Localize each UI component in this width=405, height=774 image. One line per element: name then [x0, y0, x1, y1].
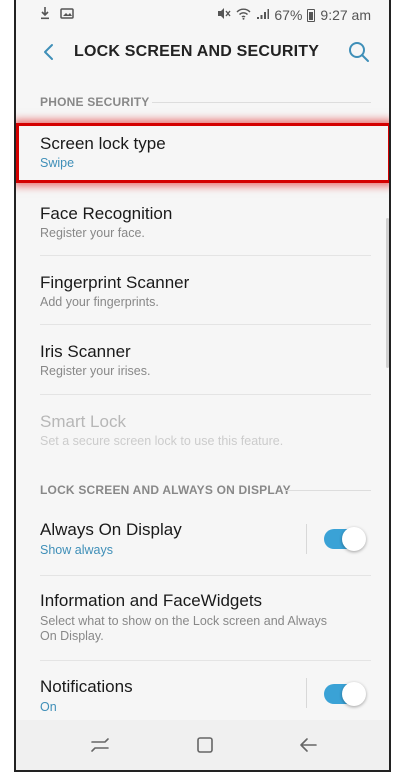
- wifi-icon: [236, 7, 251, 23]
- section-header-lock-screen: LOCK SCREEN AND ALWAYS ON DISPLAY: [40, 483, 291, 497]
- item-title: Always On Display: [40, 520, 182, 539]
- vertical-separator: [306, 524, 307, 554]
- divider: [40, 575, 371, 576]
- section-header-phone-security: PHONE SECURITY: [40, 95, 150, 109]
- item-subtitle: Add your fingerprints.: [40, 295, 159, 309]
- face-recognition-item[interactable]: Face Recognition Register your face.: [16, 193, 389, 253]
- item-subtitle: Swipe: [40, 156, 75, 170]
- section-divider: [152, 102, 371, 103]
- item-title: Notifications: [40, 677, 133, 696]
- page-title: LOCK SCREEN AND SECURITY: [74, 43, 320, 60]
- screen-lock-type-item[interactable]: Screen lock type Swipe: [16, 123, 389, 183]
- item-subtitle-line1: Select what to show on the Lock screen a…: [40, 614, 327, 628]
- battery-percent: 67%: [274, 7, 303, 23]
- item-subtitle: Show always: [40, 543, 113, 557]
- download-icon: [40, 6, 50, 23]
- information-facewidgets-item[interactable]: Information and FaceWidgets Select what …: [16, 583, 389, 653]
- item-title: Fingerprint Scanner: [40, 273, 190, 292]
- item-subtitle: Register your irises.: [40, 364, 151, 378]
- app-header: LOCK SCREEN AND SECURITY: [16, 30, 389, 76]
- item-subtitle-line2: On Display.: [40, 629, 104, 643]
- fingerprint-scanner-item[interactable]: Fingerprint Scanner Add your fingerprint…: [16, 263, 389, 323]
- item-subtitle: Register your face.: [40, 226, 145, 240]
- always-on-display-item[interactable]: Always On Display Show always: [16, 510, 389, 570]
- search-icon[interactable]: [347, 40, 371, 64]
- divider: [40, 255, 371, 256]
- item-title: Screen lock type: [40, 134, 166, 153]
- signal-icon: [256, 7, 270, 23]
- item-subtitle: On: [40, 700, 57, 714]
- battery-icon: [307, 8, 316, 22]
- toggle-knob: [342, 527, 366, 551]
- back-icon[interactable]: [296, 733, 320, 757]
- gallery-notification-icon: [60, 6, 74, 23]
- divider: [40, 660, 371, 661]
- item-title: Smart Lock: [40, 412, 126, 431]
- divider: [40, 394, 371, 395]
- always-on-display-toggle[interactable]: [324, 527, 366, 551]
- mute-icon: [217, 7, 231, 23]
- iris-scanner-item[interactable]: Iris Scanner Register your irises.: [16, 332, 389, 392]
- vertical-separator: [306, 678, 307, 708]
- section-divider: [286, 490, 371, 491]
- notifications-item[interactable]: Notifications On: [16, 668, 389, 720]
- back-arrow-icon[interactable]: [38, 40, 62, 64]
- divider: [40, 324, 371, 325]
- item-title: Face Recognition: [40, 204, 173, 223]
- item-title: Iris Scanner: [40, 342, 131, 361]
- item-subtitle: Set a secure screen lock to use this fea…: [40, 434, 284, 448]
- clock: 9:27 am: [320, 7, 371, 23]
- recent-apps-icon[interactable]: [88, 733, 112, 757]
- scrollbar[interactable]: [386, 218, 389, 368]
- toggle-knob: [342, 682, 366, 706]
- notifications-toggle[interactable]: [324, 682, 366, 706]
- item-title: Information and FaceWidgets: [40, 591, 263, 610]
- smart-lock-item: Smart Lock Set a secure screen lock to u…: [16, 402, 389, 462]
- status-bar: 67% 9:27 am: [16, 0, 389, 30]
- home-icon[interactable]: [193, 733, 217, 757]
- navigation-bar: [16, 720, 389, 770]
- phone-screen: 67% 9:27 am LOCK SCREEN AND SECURITY PHO…: [14, 0, 391, 772]
